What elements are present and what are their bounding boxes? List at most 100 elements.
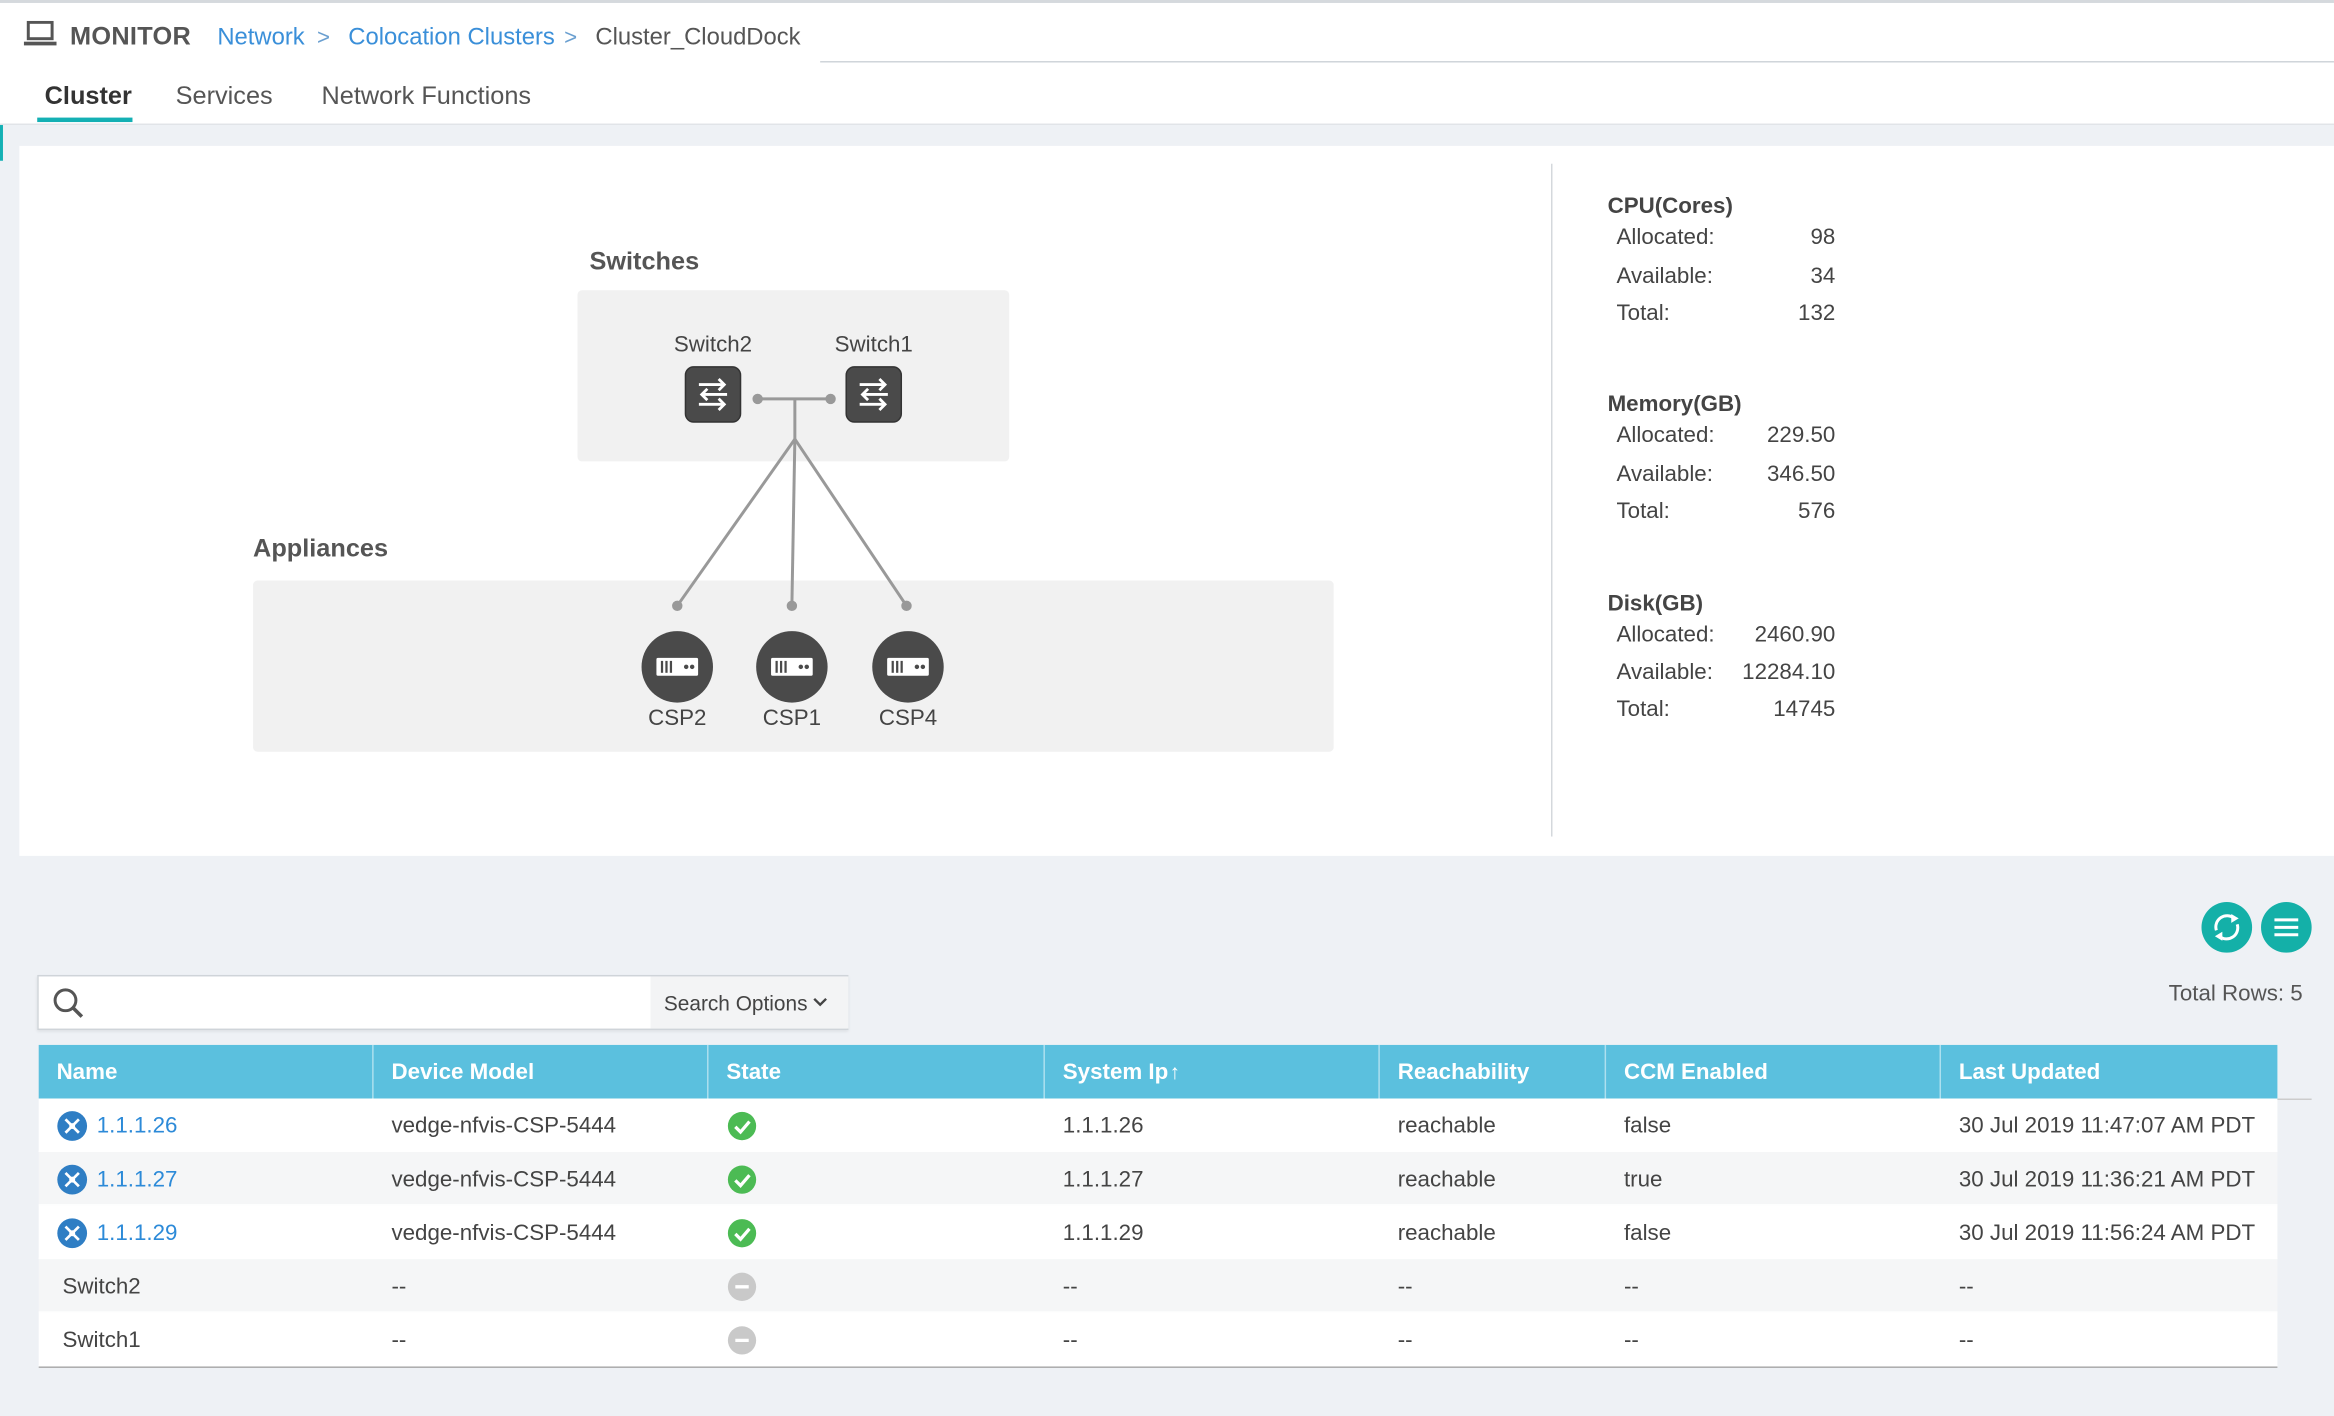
table-header: Name Device Model State System Ip↑ Reach… <box>38 1044 2278 1099</box>
search-options-label: Search Options <box>663 991 808 1016</box>
memory-total-value: 576 <box>1798 498 1836 524</box>
refresh-icon <box>2214 913 2240 941</box>
cell-last-updated: 30 Jul 2019 11:36:21 AM PDT <box>1958 1166 2256 1193</box>
csp2-server-icon[interactable] <box>641 631 713 703</box>
cell-state <box>709 1152 1045 1206</box>
device-name: Switch2 <box>62 1274 141 1300</box>
memory-available-label: Available: <box>1616 461 1713 487</box>
cpu-available-label: Available: <box>1616 263 1713 289</box>
col-header-device-model[interactable]: Device Model <box>374 1044 709 1099</box>
cell-state <box>709 1206 1045 1260</box>
sort-arrow-icon: ↑ <box>1169 1059 1181 1084</box>
tab-cluster[interactable]: Cluster <box>45 82 132 112</box>
table-body: 1.1.1.26 vedge-nfvis-CSP-5444 1.1.1.26 reac… <box>38 1098 2278 1367</box>
menu-icon <box>2274 918 2299 937</box>
cell-system-ip: 1.1.1.26 <box>1062 1113 1144 1139</box>
tab-services[interactable]: Services <box>176 82 273 112</box>
col-header-system-ip[interactable]: System Ip↑ <box>1045 1044 1380 1099</box>
cell-name: 1.1.1.27 <box>39 1152 374 1206</box>
cell-system-ip: -- <box>1062 1274 1078 1300</box>
memory-allocated-value: 229.50 <box>1767 422 1836 449</box>
memory-allocated-label: Allocated: <box>1616 422 1715 449</box>
total-rows-count: Total Rows: 5 <box>2168 980 2303 1007</box>
breadcrumb-separator: > <box>564 25 578 51</box>
active-tab-indicator <box>37 117 133 123</box>
device-name-link[interactable]: 1.1.1.26 <box>97 1113 178 1138</box>
breadcrumb-network[interactable]: Network <box>217 25 304 52</box>
col-header-name[interactable]: Name <box>39 1044 374 1099</box>
cell-reachability: reachable <box>1397 1113 1496 1139</box>
cell-reachability: -- <box>1397 1274 1413 1300</box>
breadcrumb-colocation-clusters[interactable]: Colocation Clusters <box>348 25 555 52</box>
search-input[interactable] <box>101 982 679 1025</box>
cell-state <box>709 1313 1045 1367</box>
csp1-server-icon[interactable] <box>756 631 828 703</box>
cell-ccm-enabled: -- <box>1623 1274 1639 1300</box>
cell-last-updated: -- <box>1958 1274 1974 1300</box>
col-header-ccm-enabled[interactable]: CCM Enabled <box>1606 1044 1942 1099</box>
memory-title: Memory(GB) <box>1607 391 1742 417</box>
cell-ccm-enabled: false <box>1623 1220 1672 1246</box>
table-row[interactable]: 1.1.1.26 vedge-nfvis-CSP-5444 1.1.1.26 reac… <box>38 1098 2278 1153</box>
panel-divider <box>1551 163 1553 837</box>
cell-ccm-enabled: false <box>1623 1113 1672 1139</box>
csp2-label: CSP2 <box>648 705 707 731</box>
state-ok-icon <box>727 1165 757 1194</box>
cell-device-model: -- <box>391 1274 407 1300</box>
top-bar: MONITOR Network > Colocation Clusters > … <box>0 0 2334 66</box>
disk-total-value: 14745 <box>1773 696 1836 722</box>
menu-button[interactable] <box>2261 902 2312 953</box>
state-unavailable-icon <box>727 1272 757 1301</box>
disk-title: Disk(GB) <box>1607 590 1704 617</box>
cell-reachability: -- <box>1397 1327 1413 1354</box>
col-header-reachability[interactable]: Reachability <box>1380 1044 1607 1099</box>
refresh-button[interactable] <box>2201 902 2253 953</box>
cell-last-updated: -- <box>1958 1327 1974 1354</box>
switch1-icon[interactable] <box>845 366 903 423</box>
table-row[interactable]: 1.1.1.29 vedge-nfvis-CSP-5444 1.1.1.29 reac… <box>38 1205 2278 1260</box>
switches-title: Switches <box>589 247 700 276</box>
cell-name: Switch2 <box>39 1259 374 1313</box>
table-row[interactable]: 1.1.1.27 vedge-nfvis-CSP-5444 1.1.1.27 reac… <box>38 1152 2278 1206</box>
cpu-allocated-label: Allocated: <box>1616 224 1715 251</box>
disk-allocated-value: 2460.90 <box>1754 622 1836 648</box>
state-ok-icon <box>727 1111 757 1141</box>
disk-available-label: Available: <box>1616 659 1713 685</box>
cell-name: 1.1.1.29 <box>39 1206 374 1260</box>
cpu-allocated-value: 98 <box>1810 224 1836 251</box>
cpu-total-value: 132 <box>1798 300 1836 326</box>
breadcrumb-current: Cluster_CloudDock <box>595 25 801 51</box>
cell-ccm-enabled: -- <box>1623 1327 1639 1354</box>
cell-reachability: reachable <box>1397 1166 1496 1193</box>
csp4-server-icon[interactable] <box>872 631 944 703</box>
state-ok-icon <box>727 1219 757 1248</box>
csp4-label: CSP4 <box>878 705 938 731</box>
device-name-link[interactable]: 1.1.1.29 <box>97 1221 178 1246</box>
table-row[interactable]: Switch2 -- -- -- -- -- <box>38 1259 2278 1313</box>
switch1-label: Switch1 <box>834 331 913 358</box>
appliances-title: Appliances <box>253 534 389 563</box>
switches-group <box>577 290 1010 462</box>
col-header-state[interactable]: State <box>709 1044 1045 1099</box>
device-name-link[interactable]: 1.1.1.27 <box>97 1167 178 1192</box>
table-bottom-border <box>38 1366 2278 1368</box>
device-router-icon <box>57 1110 88 1141</box>
cell-name: Switch1 <box>39 1313 374 1367</box>
cell-state <box>709 1099 1045 1153</box>
cpu-total-label: Total: <box>1616 300 1670 326</box>
cell-device-model: vedge-nfvis-CSP-5444 <box>391 1166 617 1193</box>
search-options-dropdown[interactable]: Search Options <box>650 976 849 1029</box>
switch2-icon[interactable] <box>684 366 742 423</box>
switch2-label: Switch2 <box>673 331 753 358</box>
search-bar: Search Options <box>37 974 849 1031</box>
disk-available-value: 12284.10 <box>1742 659 1836 685</box>
disk-total-label: Total: <box>1616 696 1670 722</box>
col-header-last-updated[interactable]: Last Updated <box>1941 1045 2277 1099</box>
cell-system-ip: -- <box>1062 1327 1078 1354</box>
cell-device-model: vedge-nfvis-CSP-5444 <box>391 1220 617 1246</box>
tab-network-functions[interactable]: Network Functions <box>322 82 532 112</box>
table-row[interactable]: Switch1 -- -- -- -- -- <box>38 1312 2278 1367</box>
memory-total-label: Total: <box>1616 498 1670 524</box>
device-name: Switch1 <box>62 1327 141 1354</box>
breadcrumb-separator: > <box>317 25 331 51</box>
